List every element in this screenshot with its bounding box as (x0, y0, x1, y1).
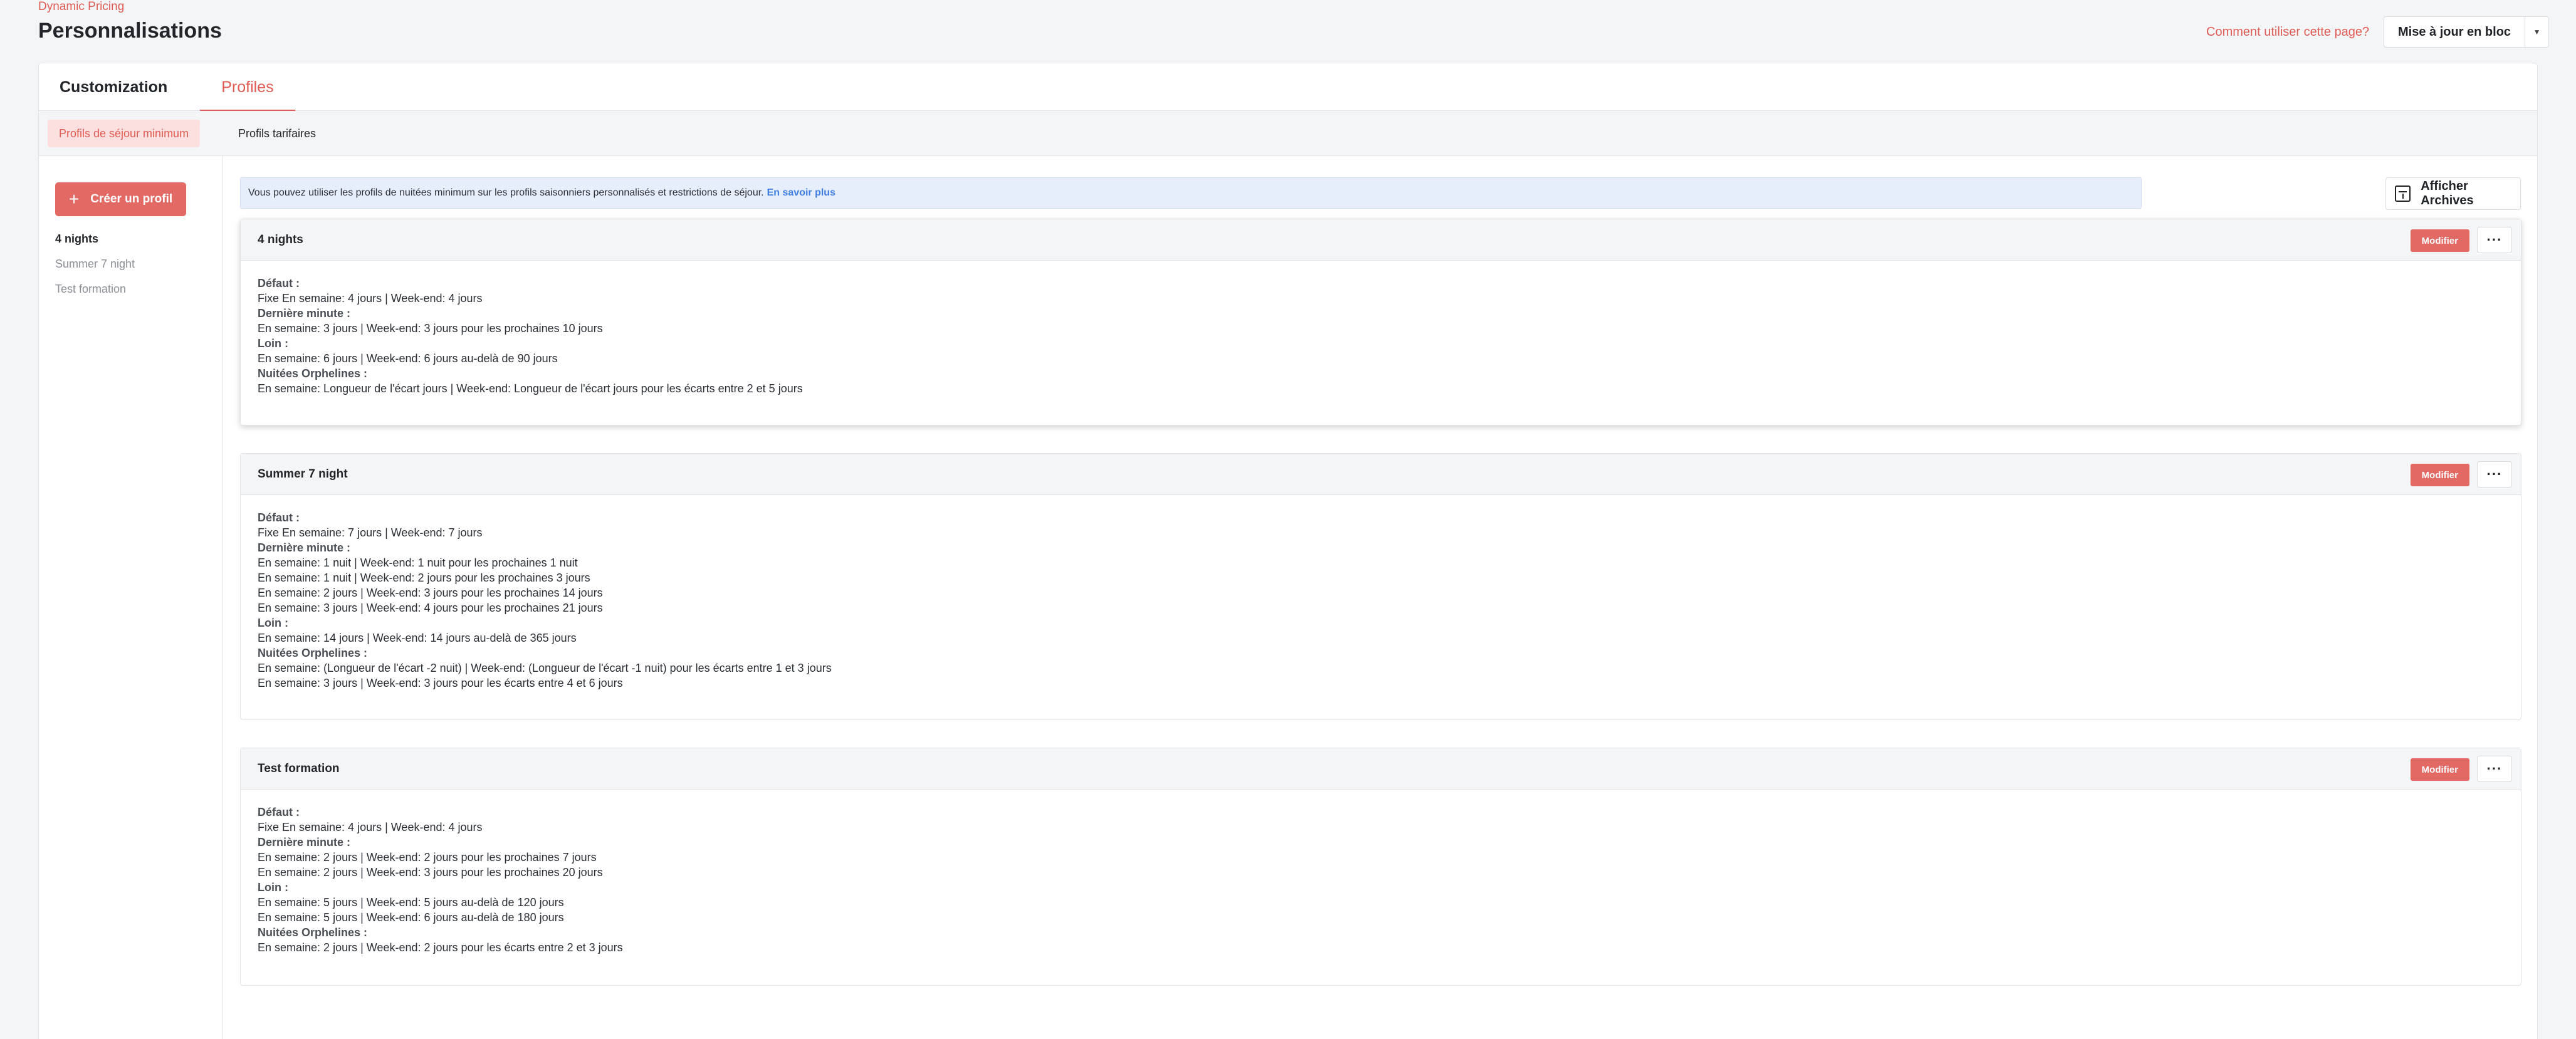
page-title: Personnalisations (38, 19, 222, 43)
profile-card: Test formation Modifier ··· Défaut : Fix… (240, 748, 2521, 986)
profile-card-title: Test formation (258, 761, 340, 775)
edit-button[interactable]: Modifier (2410, 464, 2469, 486)
rule-heading: Défaut : (258, 806, 300, 818)
subtab-min-stay[interactable]: Profils de séjour minimum (48, 120, 201, 147)
help-link[interactable]: Comment utiliser cette page? (2206, 24, 2369, 40)
rule-line: En semaine: 1 nuit | Week-end: 2 jours p… (258, 572, 590, 584)
more-options-icon[interactable]: ··· (2477, 461, 2512, 488)
profile-card: 4 nights Modifier ··· Défaut : Fixe En s… (240, 219, 2521, 426)
sidebar: + Créer un profil 4 nights Summer 7 nigh… (39, 156, 223, 1039)
rule-heading: Défaut : (258, 277, 300, 290)
rule-line: En semaine: 2 jours | Week-end: 3 jours … (258, 866, 603, 879)
edit-button[interactable]: Modifier (2410, 758, 2469, 781)
sidebar-item-test-formation[interactable]: Test formation (55, 276, 135, 301)
profile-card-body: Défaut : Fixe En semaine: 4 jours | Week… (241, 261, 2521, 409)
rule-line: En semaine: 3 jours | Week-end: 4 jours … (258, 602, 603, 614)
rule-heading: Nuitées Orphelines : (258, 647, 368, 659)
learn-more-link[interactable]: En savoir plus (767, 187, 835, 199)
rule-line: En semaine: 2 jours | Week-end: 2 jours … (258, 851, 597, 864)
rule-line: En semaine: 14 jours | Week-end: 14 jour… (258, 632, 577, 644)
rule-line: En semaine: 2 jours | Week-end: 3 jours … (258, 587, 603, 599)
rule-heading: Défaut : (258, 511, 300, 524)
create-profile-button[interactable]: + Créer un profil (55, 182, 186, 216)
rule-line: En semaine: 3 jours | Week-end: 3 jours … (258, 677, 623, 689)
sidebar-item-4-nights[interactable]: 4 nights (55, 226, 135, 251)
page: Dynamic Pricing Personnalisations Commen… (0, 0, 2576, 1039)
rule-line: En semaine: 5 jours | Week-end: 6 jours … (258, 911, 564, 924)
rule-line: En semaine: 3 jours | Week-end: 3 jours … (258, 322, 603, 335)
rule-heading: Loin : (258, 337, 288, 350)
rule-heading: Loin : (258, 881, 288, 894)
rule-line: Fixe En semaine: 7 jours | Week-end: 7 j… (258, 526, 483, 539)
rule-heading: Nuitées Orphelines : (258, 367, 368, 380)
tab-profiles[interactable]: Profiles (200, 63, 295, 112)
rule-line: Fixe En semaine: 4 jours | Week-end: 4 j… (258, 821, 483, 833)
rule-heading: Dernière minute : (258, 836, 351, 848)
rule-line: En semaine: Longueur de l'écart jours | … (258, 382, 803, 395)
rule-heading: Dernière minute : (258, 541, 351, 554)
profile-card-header: Summer 7 night Modifier ··· (241, 454, 2521, 495)
sidebar-item-summer-7-night[interactable]: Summer 7 night (55, 251, 135, 276)
rule-heading: Loin : (258, 617, 288, 629)
app-name: Dynamic Pricing (38, 0, 125, 13)
main-panel: Customization Profiles Profils de séjour… (38, 63, 2538, 1039)
subtab-pricing[interactable]: Profils tarifaires (227, 120, 327, 147)
rule-line: En semaine: 1 nuit | Week-end: 1 nuit po… (258, 556, 578, 569)
plus-icon: + (68, 189, 80, 209)
show-archives-button[interactable]: Afficher Archives (2385, 177, 2521, 210)
profile-card-body: Défaut : Fixe En semaine: 4 jours | Week… (241, 790, 2521, 968)
profile-card-header: 4 nights Modifier ··· (241, 219, 2521, 261)
subtabs: Profils de séjour minimum Profils tarifa… (39, 111, 2537, 156)
rule-line: En semaine: 5 jours | Week-end: 5 jours … (258, 896, 564, 909)
rule-line: En semaine: 6 jours | Week-end: 6 jours … (258, 352, 558, 365)
tab-customization[interactable]: Customization (60, 63, 167, 111)
more-options-icon[interactable]: ··· (2477, 227, 2512, 253)
bulk-update-group: Mise à jour en bloc ▼ (2384, 16, 2550, 48)
rule-line: En semaine: 2 jours | Week-end: 2 jours … (258, 941, 623, 954)
rule-line: En semaine: (Longueur de l'écart -2 nuit… (258, 662, 832, 674)
profile-list: 4 nights Summer 7 night Test formation (55, 226, 135, 301)
archive-icon (2395, 185, 2411, 202)
profile-card: Summer 7 night Modifier ··· Défaut : Fix… (240, 453, 2521, 720)
profile-card-header: Test formation Modifier ··· (241, 748, 2521, 790)
profile-card-body: Défaut : Fixe En semaine: 7 jours | Week… (241, 495, 2521, 703)
more-options-icon[interactable]: ··· (2477, 756, 2512, 782)
profile-card-title: Summer 7 night (258, 467, 348, 481)
info-text: Vous pouvez utiliser les profils de nuit… (248, 187, 764, 198)
rule-heading: Nuitées Orphelines : (258, 926, 368, 939)
profile-card-title: 4 nights (258, 232, 303, 246)
show-archives-label: Afficher Archives (2421, 179, 2474, 207)
bulk-update-button[interactable]: Mise à jour en bloc (2384, 17, 2525, 47)
rule-line: Fixe En semaine: 4 jours | Week-end: 4 j… (258, 292, 483, 305)
tabs: Customization Profiles (39, 63, 2537, 112)
rule-heading: Dernière minute : (258, 307, 351, 320)
info-banner: Vous pouvez utiliser les profils de nuit… (240, 177, 2142, 209)
edit-button[interactable]: Modifier (2410, 229, 2469, 252)
chevron-down-icon[interactable]: ▼ (2525, 17, 2548, 47)
create-profile-label: Créer un profil (90, 192, 173, 206)
